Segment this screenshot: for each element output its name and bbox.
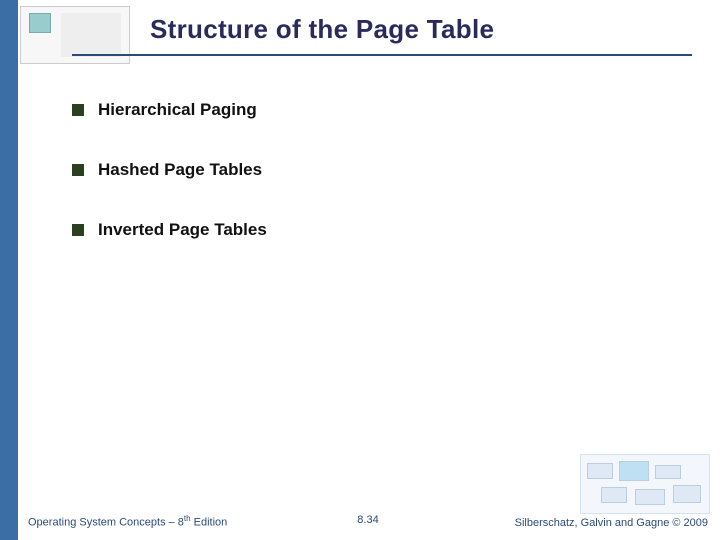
bullet-text: Hashed Page Tables	[98, 160, 262, 180]
thumbnail-bottom-right	[580, 454, 710, 514]
footer-credit: Silberschatz, Galvin and Gagne © 2009	[515, 517, 708, 529]
bullet-text: Hierarchical Paging	[98, 100, 257, 120]
body: Hierarchical Paging Hashed Page Tables I…	[72, 100, 672, 280]
slide: Structure of the Page Table Hierarchical…	[0, 0, 720, 540]
left-rail-decor	[0, 0, 18, 540]
page-title: Structure of the Page Table	[150, 14, 494, 45]
footer-book-suffix: Edition	[191, 517, 228, 529]
bullet-item: Hierarchical Paging	[72, 100, 672, 120]
square-bullet-icon	[72, 104, 84, 116]
square-bullet-icon	[72, 164, 84, 176]
footer-book-prefix: Operating System Concepts – 8	[28, 517, 184, 529]
bullet-item: Hashed Page Tables	[72, 160, 672, 180]
thumbnail-bars	[65, 17, 117, 53]
footer: Operating System Concepts – 8th Edition …	[28, 514, 708, 534]
title-underline	[72, 54, 692, 56]
footer-book: Operating System Concepts – 8th Edition	[28, 514, 227, 529]
bullet-item: Inverted Page Tables	[72, 220, 672, 240]
bullet-text: Inverted Page Tables	[98, 220, 267, 240]
square-bullet-icon	[72, 224, 84, 236]
footer-page-number: 8.34	[357, 514, 378, 526]
